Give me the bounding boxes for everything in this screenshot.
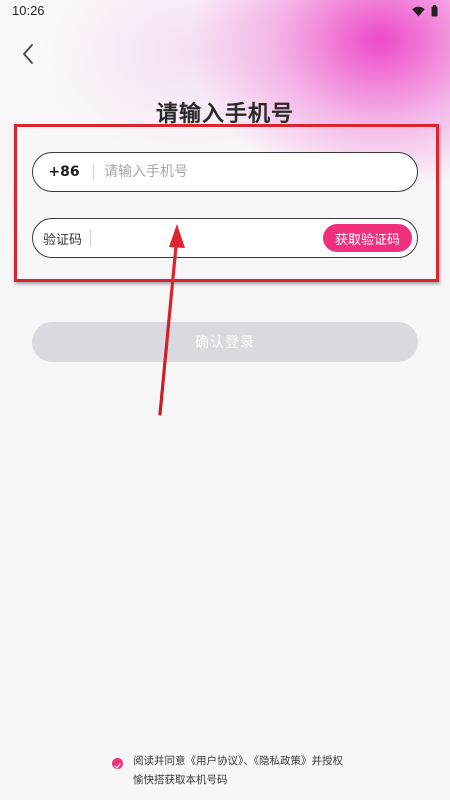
highlight-box [14, 124, 439, 282]
phone-input[interactable] [94, 153, 417, 191]
background-glow-soft [40, 0, 340, 160]
country-code[interactable]: +86 [33, 164, 93, 180]
check-icon [114, 754, 121, 773]
chevron-left-icon [21, 43, 35, 69]
agreement: 阅读并同意《用户协议》、《隐私政策》并授权愉快搭获取本机号码 [112, 752, 352, 790]
confirm-login-button[interactable]: 确认登录 [32, 322, 418, 362]
status-bar: 10:26 [0, 0, 450, 22]
status-time: 10:26 [12, 3, 45, 18]
status-icons [412, 5, 438, 17]
phone-field[interactable]: +86 [32, 152, 418, 192]
verification-code-field[interactable]: 验证码 获取验证码 [32, 218, 418, 258]
agreement-prefix: 阅读并同意 [133, 755, 186, 767]
page-title: 请输入手机号 [155, 102, 294, 127]
login-screen: 10:26 请输入手机号 +86 请输入手机号 验证码 获取验证码 确认登录 阅… [0, 0, 450, 800]
agreement-separator: 、 [243, 755, 254, 767]
verification-code-input[interactable] [91, 219, 323, 257]
back-button[interactable] [14, 42, 42, 70]
battery-icon [431, 5, 438, 17]
privacy-policy-link[interactable]: 《隐私政策》 [254, 755, 312, 767]
user-agreement-link[interactable]: 《用户协议》 [186, 755, 244, 767]
wifi-icon [412, 6, 425, 17]
agree-checkbox[interactable] [112, 758, 123, 769]
get-code-button[interactable]: 获取验证码 [322, 224, 412, 252]
agreement-text: 阅读并同意《用户协议》、《隐私政策》并授权愉快搭获取本机号码 [133, 752, 352, 790]
verification-code-label: 验证码 [43, 232, 83, 248]
